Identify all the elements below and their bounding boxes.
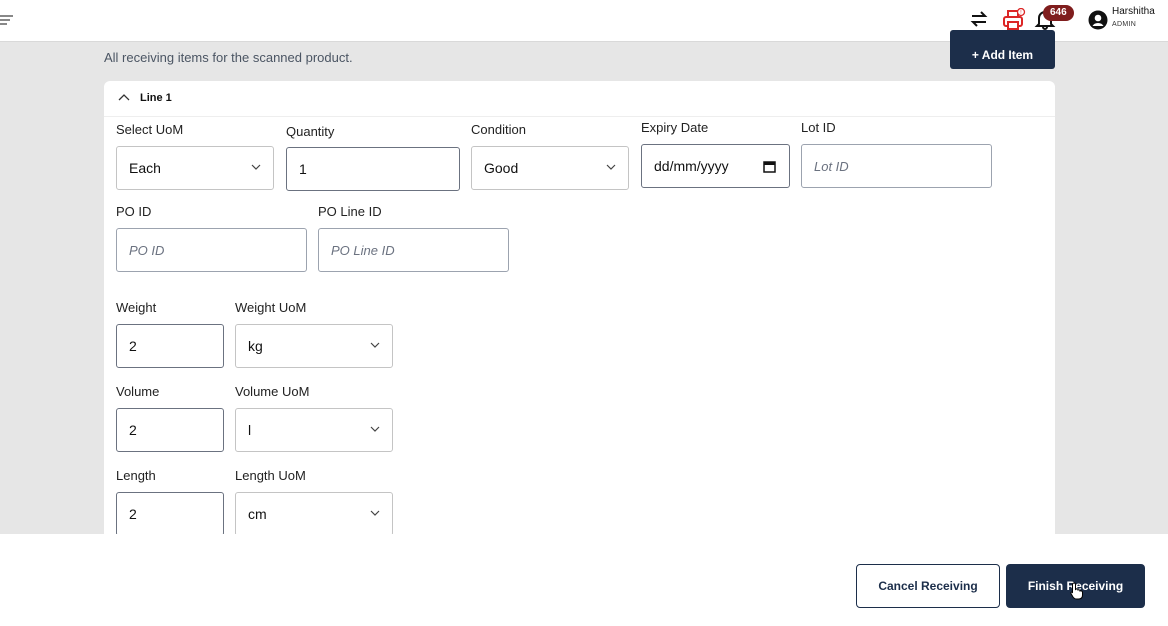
lot-id-input[interactable]: Lot ID (801, 144, 992, 188)
select-uom-select[interactable]: Each (116, 146, 274, 190)
chevron-up-icon[interactable] (118, 93, 130, 103)
notification-badge: 646 (1043, 5, 1074, 21)
po-line-id-input[interactable]: PO Line ID (318, 228, 509, 272)
chevron-down-icon (370, 510, 380, 516)
lot-id-label: Lot ID (801, 120, 836, 135)
user-role: ADMIN (1112, 21, 1137, 28)
expiry-date-label: Expiry Date (641, 120, 709, 135)
expiry-date-input[interactable]: dd/mm/yyyy (641, 144, 790, 188)
volume-label: Volume (116, 384, 160, 399)
menu-icon[interactable] (0, 13, 14, 27)
length-uom-select[interactable]: cm (235, 492, 393, 534)
hand-cursor-icon (1070, 582, 1083, 600)
select-uom-label: Select UoM (116, 122, 184, 137)
footer-bar: Cancel Receiving Finish Receiving (0, 534, 1168, 626)
weight-uom-value: kg (248, 338, 263, 354)
expiry-date-placeholder: dd/mm/yyyy (654, 158, 729, 174)
line-title: Line 1 (140, 92, 172, 104)
page-subtitle: All receiving items for the scanned prod… (104, 50, 353, 65)
select-uom-value: Each (129, 160, 161, 176)
length-label: Length (116, 468, 156, 483)
line-card: Line 1 Select UoM Each Quantity 1 Condit… (104, 81, 1055, 534)
chevron-down-icon (606, 164, 616, 170)
volume-uom-value: l (248, 422, 252, 438)
volume-value: 2 (129, 422, 137, 438)
weight-value: 2 (129, 338, 137, 354)
po-line-id-label: PO Line ID (318, 204, 382, 219)
po-id-label: PO ID (116, 204, 152, 219)
line-header[interactable]: Line 1 (104, 81, 1055, 117)
quantity-label: Quantity (286, 124, 335, 139)
cancel-receiving-button[interactable]: Cancel Receiving (856, 564, 1000, 608)
chevron-down-icon (370, 342, 380, 348)
chevron-down-icon (251, 164, 261, 170)
user-icon[interactable] (1088, 10, 1108, 30)
po-line-id-placeholder: PO Line ID (331, 242, 395, 258)
user-name: Harshitha (1112, 6, 1155, 17)
svg-text:!: ! (1020, 10, 1021, 16)
condition-label: Condition (471, 122, 526, 137)
quantity-input[interactable]: 1 (286, 147, 460, 191)
condition-value: Good (484, 160, 519, 176)
weight-label: Weight (116, 300, 157, 315)
chevron-down-icon (370, 426, 380, 432)
po-id-input[interactable]: PO ID (116, 228, 307, 272)
calendar-icon[interactable] (763, 160, 776, 173)
add-item-button[interactable]: + Add Item (950, 30, 1055, 69)
printer-icon[interactable]: ! (1002, 8, 1026, 32)
length-input[interactable]: 2 (116, 492, 224, 534)
volume-uom-label: Volume UoM (235, 384, 310, 399)
swap-icon[interactable] (968, 8, 990, 30)
quantity-value: 1 (299, 161, 307, 177)
po-id-placeholder: PO ID (129, 242, 165, 258)
weight-uom-label: Weight UoM (235, 300, 307, 315)
length-value: 2 (129, 506, 137, 522)
length-uom-label: Length UoM (235, 468, 306, 483)
weight-input[interactable]: 2 (116, 324, 224, 368)
lot-id-placeholder: Lot ID (814, 158, 849, 174)
volume-input[interactable]: 2 (116, 408, 224, 452)
condition-select[interactable]: Good (471, 146, 629, 190)
length-uom-value: cm (248, 506, 267, 522)
volume-uom-select[interactable]: l (235, 408, 393, 452)
weight-uom-select[interactable]: kg (235, 324, 393, 368)
